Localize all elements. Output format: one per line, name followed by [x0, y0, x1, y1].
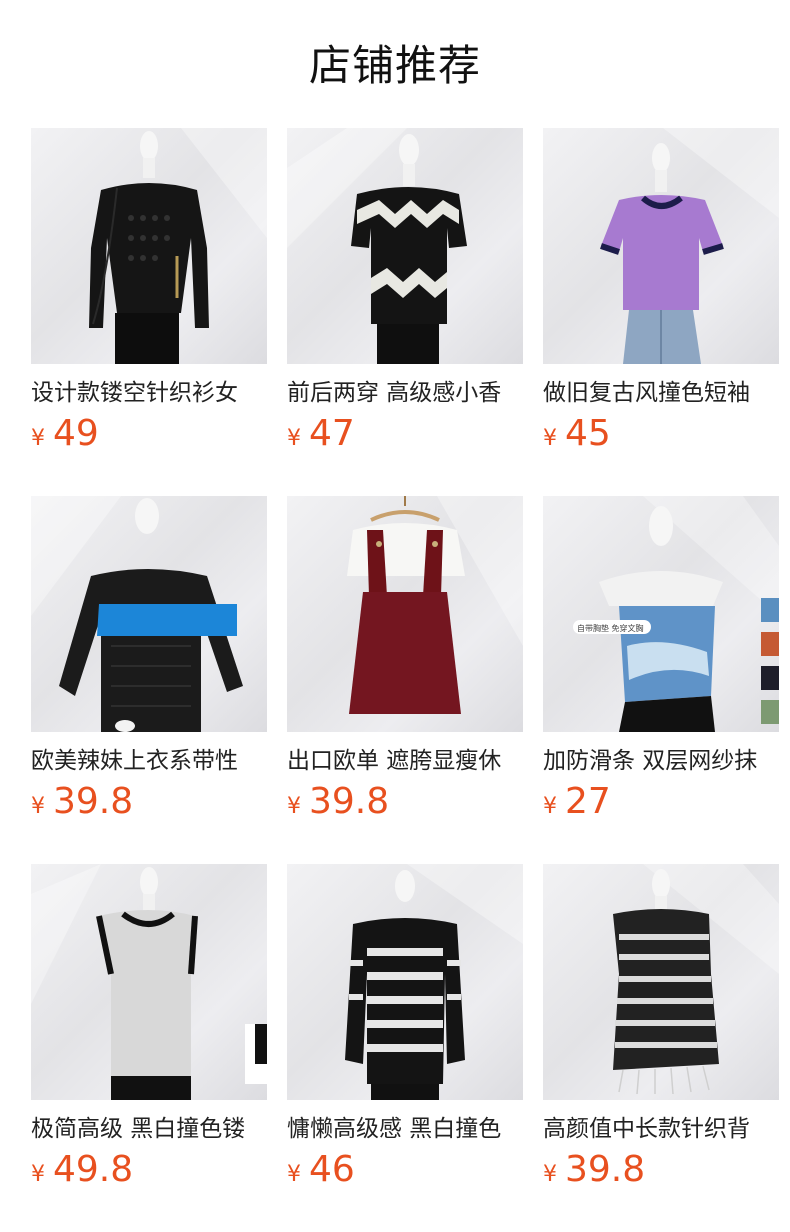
currency-symbol: ¥ [287, 794, 301, 819]
product-image[interactable]: 自带胸垫 免穿文胸 [543, 496, 779, 732]
page-title: 店铺推荐 [308, 41, 481, 90]
product-card[interactable]: 自带胸垫 免穿文胸 加防滑条 双层网纱抹 ¥ 27 [543, 496, 779, 822]
product-card[interactable]: 高颜值中长款针织背 ¥ 39.8 [543, 864, 779, 1190]
price-amount: 47 [309, 413, 355, 454]
currency-symbol: ¥ [287, 426, 301, 451]
currency-symbol: ¥ [543, 794, 557, 819]
product-image[interactable] [31, 864, 267, 1100]
price-amount: 45 [565, 413, 611, 454]
product-card[interactable]: 出口欧单 遮胯显瘦休 ¥ 39.8 [287, 496, 523, 822]
product-price: ¥ 45 [543, 412, 611, 456]
product-card[interactable]: 做旧复古风撞色短袖 ¥ 45 [543, 128, 779, 454]
product-price: ¥ 46 [287, 1148, 355, 1192]
currency-symbol: ¥ [31, 426, 45, 451]
currency-symbol: ¥ [543, 426, 557, 451]
product-name[interactable]: 加防滑条 双层网纱抹 [543, 746, 779, 776]
product-image[interactable] [31, 496, 267, 732]
product-image[interactable] [287, 496, 523, 732]
product-price: ¥ 27 [543, 780, 611, 824]
product-image[interactable] [543, 864, 779, 1100]
product-card[interactable]: 慵懒高级感 黑白撞色 ¥ 46 [287, 864, 523, 1190]
currency-symbol: ¥ [31, 794, 45, 819]
product-price: ¥ 39.8 [31, 780, 133, 824]
product-image[interactable] [287, 128, 523, 364]
price-amount: 49.8 [53, 1149, 134, 1190]
product-card[interactable]: 前后两穿 高级感小香 ¥ 47 [287, 128, 523, 454]
price-amount: 39.8 [53, 781, 134, 822]
product-name[interactable]: 欧美辣妹上衣系带性 [31, 746, 267, 776]
price-amount: 39.8 [565, 1149, 646, 1190]
product-price: ¥ 49 [31, 412, 99, 456]
product-card[interactable]: 设计款镂空针织衫女 ¥ 49 [31, 128, 267, 454]
product-name[interactable]: 前后两穿 高级感小香 [287, 378, 523, 408]
price-amount: 39.8 [309, 781, 390, 822]
product-name[interactable]: 出口欧单 遮胯显瘦休 [287, 746, 523, 776]
product-card[interactable]: 欧美辣妹上衣系带性 ¥ 39.8 [31, 496, 267, 822]
product-price: ¥ 47 [287, 412, 355, 456]
price-amount: 49 [53, 413, 99, 454]
product-grid: 设计款镂空针织衫女 ¥ 49 前后两穿 高级感小香 ¥ 47 做旧复古风撞色短袖… [31, 128, 790, 1190]
product-name[interactable]: 做旧复古风撞色短袖 [543, 378, 779, 408]
product-image[interactable] [543, 128, 779, 364]
product-price: ¥ 49.8 [31, 1148, 133, 1192]
currency-symbol: ¥ [287, 1162, 301, 1187]
currency-symbol: ¥ [31, 1162, 45, 1187]
price-amount: 46 [309, 1149, 355, 1190]
product-name[interactable]: 高颜值中长款针织背 [543, 1114, 779, 1144]
product-name[interactable]: 极简高级 黑白撞色镂 [31, 1114, 267, 1144]
product-image[interactable] [31, 128, 267, 364]
product-price: ¥ 39.8 [287, 780, 389, 824]
image-tag: 自带胸垫 免穿文胸 [577, 623, 644, 633]
product-price: ¥ 39.8 [543, 1148, 645, 1192]
product-image[interactable] [287, 864, 523, 1100]
product-card[interactable]: 极简高级 黑白撞色镂 ¥ 49.8 [31, 864, 267, 1190]
price-amount: 27 [565, 781, 611, 822]
product-name[interactable]: 设计款镂空针织衫女 [31, 378, 267, 408]
currency-symbol: ¥ [543, 1162, 557, 1187]
product-name[interactable]: 慵懒高级感 黑白撞色 [287, 1114, 523, 1144]
